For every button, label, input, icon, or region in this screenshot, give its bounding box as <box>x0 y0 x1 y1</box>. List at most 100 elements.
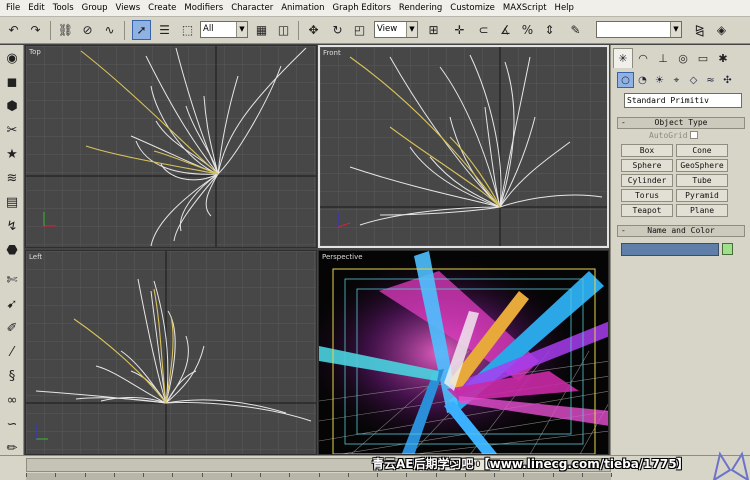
move-icon[interactable]: ✥ <box>304 20 323 40</box>
brush-icon[interactable]: ✐ <box>2 317 22 339</box>
select-by-name-icon[interactable]: ☰ <box>155 20 174 40</box>
undo-icon[interactable]: ↶ <box>4 20 23 40</box>
spiral-icon[interactable]: § <box>2 365 22 387</box>
viewport-left-label[interactable]: Left <box>29 253 42 261</box>
helpers-icon[interactable]: ◇ <box>685 72 702 88</box>
menu-help[interactable]: Help <box>551 3 578 13</box>
geometry-icon[interactable]: ○ <box>617 72 634 88</box>
viewport-perspective[interactable]: Perspective <box>318 250 609 455</box>
modify-tab-icon[interactable]: ◠ <box>633 48 653 68</box>
viewport-top-label[interactable]: Top <box>29 48 41 56</box>
mesh-smooth-icon[interactable]: ▤ <box>2 191 22 213</box>
track-bar-tick <box>406 473 407 477</box>
unlink-icon[interactable]: ⊘ <box>78 20 97 40</box>
teapot-button[interactable]: Teapot <box>621 204 673 217</box>
shape-icon[interactable]: ⬣ <box>2 239 22 261</box>
plane-button[interactable]: Plane <box>676 204 728 217</box>
sphere-button[interactable]: Sphere <box>621 159 673 172</box>
scissors-icon[interactable]: ✂ <box>2 119 22 141</box>
scale-icon[interactable]: ◰ <box>350 20 369 40</box>
viewport-front[interactable]: Front <box>318 45 609 248</box>
select-object-icon[interactable]: ➚ <box>132 20 151 40</box>
cone-button[interactable]: Cone <box>676 144 728 157</box>
menu-character[interactable]: Character <box>227 3 277 13</box>
track-bar[interactable] <box>26 473 612 480</box>
rotate-icon[interactable]: ↻ <box>328 20 347 40</box>
cat-ears-logo <box>712 451 750 480</box>
reference-coordinate-dropdown[interactable]: View ▼ <box>374 21 418 38</box>
object-color-swatch[interactable] <box>722 243 733 255</box>
name-and-color-rollout[interactable]: - Name and Color <box>617 225 745 237</box>
menu-customize[interactable]: Customize <box>446 3 499 13</box>
motion-tab-icon[interactable]: ◎ <box>673 48 693 68</box>
select-manipulate-icon[interactable]: ✛ <box>450 20 469 40</box>
hexagon-icon[interactable]: ⬢ <box>2 95 22 117</box>
menu-views[interactable]: Views <box>112 3 145 13</box>
pyramid-button[interactable]: Pyramid <box>676 189 728 202</box>
cylinder-button[interactable]: Cylinder <box>621 174 673 187</box>
wave-icon[interactable]: ≋ <box>2 167 22 189</box>
named-selection-sets-dropdown[interactable]: ▼ <box>596 21 682 38</box>
menu-animation[interactable]: Animation <box>277 3 328 13</box>
cameras-icon[interactable]: ⌖ <box>668 72 685 88</box>
systems-icon[interactable]: ✣ <box>719 72 736 88</box>
lights-icon[interactable]: ☀ <box>651 72 668 88</box>
menu-edit[interactable]: Edit <box>24 3 48 13</box>
space-warps-icon[interactable]: ≈ <box>702 72 719 88</box>
menu-maxscript[interactable]: MAXScript <box>499 3 551 13</box>
box-button[interactable]: Box <box>621 144 673 157</box>
spinner-snap-icon[interactable]: ⇕ <box>540 20 559 40</box>
toolbar-divider <box>298 21 299 40</box>
cut-tool-icon[interactable]: ✄ <box>2 269 22 291</box>
menu-file[interactable]: File <box>2 3 24 13</box>
sphere-icon[interactable]: ◉ <box>2 47 22 69</box>
select-by-region-icon[interactable]: ▦ <box>252 20 271 40</box>
viewport-top[interactable]: Top <box>25 45 317 248</box>
align-icon[interactable]: ◈ <box>712 20 731 40</box>
menu-graph-editors[interactable]: Graph Editors <box>329 3 395 13</box>
create-tab-icon[interactable]: ✳ <box>613 48 633 68</box>
redo-icon[interactable]: ↷ <box>26 20 45 40</box>
menu-group[interactable]: Group <box>78 3 112 13</box>
dropper-icon[interactable]: ⁄ <box>2 341 22 363</box>
deform-icon[interactable]: ∽ <box>2 413 22 435</box>
track-bar-tick <box>26 473 27 477</box>
utilities-tab-icon[interactable]: ✱ <box>713 48 733 68</box>
menu-tools[interactable]: Tools <box>49 3 78 13</box>
hierarchy-tab-icon[interactable]: ⊥ <box>653 48 673 68</box>
menu-rendering[interactable]: Rendering <box>395 3 446 13</box>
object-type-rollout[interactable]: - Object Type <box>617 117 745 129</box>
named-selection-icon[interactable]: ✎ <box>566 20 585 40</box>
viewport-left[interactable]: Left <box>25 250 317 455</box>
tube-button[interactable]: Tube <box>676 174 728 187</box>
category-dropdown[interactable]: Standard Primitiv <box>624 93 742 108</box>
mirror-icon[interactable]: ⧎ <box>690 20 709 40</box>
snaps-toggle-icon[interactable]: ⊂ <box>474 20 493 40</box>
selection-filter-value: All <box>203 24 214 34</box>
chain-icon[interactable]: ∞ <box>2 389 22 411</box>
rectangular-selection-icon[interactable]: ⬚ <box>178 20 197 40</box>
3dsmax-window: File Edit Tools Group Views Create Modif… <box>0 0 750 480</box>
toolbar-divider <box>124 21 125 40</box>
viewport-perspective-label[interactable]: Perspective <box>322 253 363 261</box>
star-icon[interactable]: ★ <box>2 143 22 165</box>
geosphere-button[interactable]: GeoSphere <box>676 159 728 172</box>
angle-snap-icon[interactable]: ∡ <box>496 20 515 40</box>
arrow-tool-icon[interactable]: ➹ <box>2 293 22 315</box>
viewport-front-label[interactable]: Front <box>323 49 341 57</box>
object-name-field[interactable] <box>621 243 719 256</box>
torus-button[interactable]: Torus <box>621 189 673 202</box>
select-and-link-icon[interactable]: ⛓ <box>56 20 75 40</box>
percent-snap-icon[interactable]: % <box>518 20 537 40</box>
pivot-center-icon[interactable]: ⊞ <box>424 20 443 40</box>
autogrid-checkbox[interactable]: AutoGrid <box>649 131 698 140</box>
display-tab-icon[interactable]: ▭ <box>693 48 713 68</box>
shapes-icon[interactable]: ◔ <box>634 72 651 88</box>
selection-filter-dropdown[interactable]: All ▼ <box>200 21 248 38</box>
menu-modifiers[interactable]: Modifiers <box>180 3 227 13</box>
box-icon[interactable]: ◼ <box>2 71 22 93</box>
bend-icon[interactable]: ↯ <box>2 215 22 237</box>
menu-create[interactable]: Create <box>144 3 180 13</box>
window-crossing-icon[interactable]: ◫ <box>274 20 293 40</box>
bind-space-warp-icon[interactable]: ∿ <box>100 20 119 40</box>
